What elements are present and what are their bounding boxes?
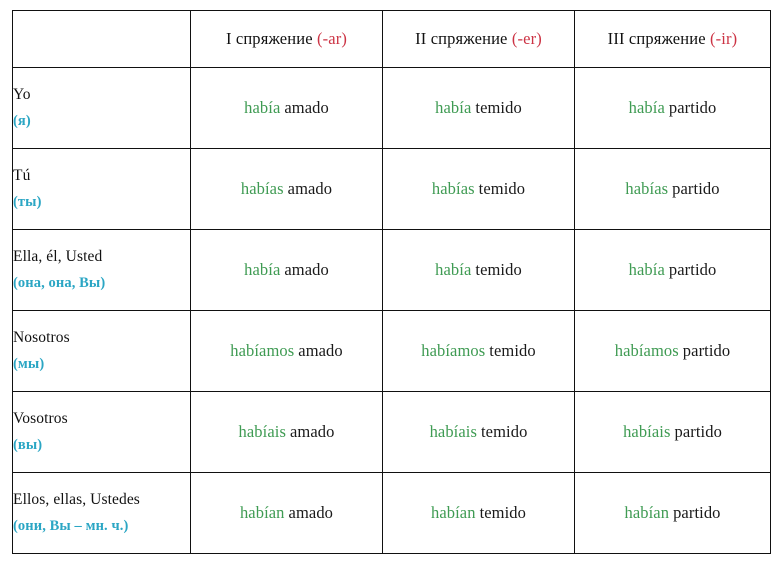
participle: amado xyxy=(284,98,329,117)
verb-form-cell: habías amado xyxy=(190,148,383,230)
participle: amado xyxy=(284,260,329,279)
pronoun-russian: (она, она, Вы) xyxy=(13,274,106,291)
header-title-conjugation-1: I спряжение xyxy=(225,29,313,48)
table-header-row: I спряжение (-ar) II спряжение (-er) III… xyxy=(12,10,771,68)
participle: amado xyxy=(288,503,334,522)
participle: partido xyxy=(668,98,717,117)
participle: partido xyxy=(674,422,722,441)
pronoun-cell: Nosotros (мы) xyxy=(12,310,191,392)
verb-form-cell: habían partido xyxy=(574,472,771,554)
conjugation-table: I спряжение (-ar) II спряжение (-er) III… xyxy=(12,10,771,554)
header-ending-conjugation-3: (-ir) xyxy=(710,29,738,48)
participle: partido xyxy=(668,260,717,279)
pronoun-russian: (вы) xyxy=(13,436,43,453)
pronoun-spanish: Nosotros xyxy=(13,329,70,347)
participle: partido xyxy=(682,341,731,360)
pronoun-cell: Tú (ты) xyxy=(12,148,191,230)
verb-form-cell: habías temido xyxy=(382,148,575,230)
verb-form-cell: habías partido xyxy=(574,148,771,230)
pronoun-cell: Yo (я) xyxy=(12,67,191,149)
auxiliary-verb: habían xyxy=(430,503,476,522)
participle: temido xyxy=(475,260,522,279)
verb-form-cell: habíais amado xyxy=(190,391,383,473)
pronoun-russian: (мы) xyxy=(13,355,45,372)
auxiliary-verb: había xyxy=(628,98,665,117)
auxiliary-verb: había xyxy=(244,260,281,279)
auxiliary-verb: habíamos xyxy=(421,341,486,360)
auxiliary-verb: habían xyxy=(239,503,285,522)
pronoun-spanish: Tú xyxy=(13,167,31,185)
header-cell-conjugation-1: I спряжение (-ar) xyxy=(190,10,383,68)
auxiliary-verb: habían xyxy=(624,503,670,522)
verb-form-cell: había temido xyxy=(382,67,575,149)
auxiliary-verb: habías xyxy=(625,179,669,198)
verb-form-cell: habíamos amado xyxy=(190,310,383,392)
pronoun-cell: Ella, él, Usted (она, она, Вы) xyxy=(12,229,191,311)
pronoun-spanish: Yo xyxy=(13,86,31,104)
table-row: Nosotros (мы) habíamos amado habíamos te… xyxy=(12,310,771,392)
verb-form-cell: habían temido xyxy=(382,472,575,554)
pronoun-spanish: Ella, él, Usted xyxy=(13,248,103,266)
pronoun-cell: Vosotros (вы) xyxy=(12,391,191,473)
verb-form-cell: habíamos temido xyxy=(382,310,575,392)
table-row: Yo (я) había amado había temido había pa… xyxy=(12,67,771,149)
participle: temido xyxy=(475,98,522,117)
participle: temido xyxy=(479,503,527,522)
pronoun-russian: (я) xyxy=(13,112,31,129)
header-corner-cell xyxy=(12,10,191,68)
pronoun-russian: (они, Вы – мн. ч.) xyxy=(13,517,129,534)
participle: temido xyxy=(489,341,536,360)
header-title-conjugation-2: II спряжение xyxy=(415,29,508,48)
auxiliary-verb: había xyxy=(435,260,472,279)
auxiliary-verb: habíamos xyxy=(614,341,679,360)
participle: partido xyxy=(673,503,721,522)
verb-form-cell: había partido xyxy=(574,67,771,149)
table-row: Ellos, ellas, Ustedes (они, Вы – мн. ч.)… xyxy=(12,472,771,554)
auxiliary-verb: habíais xyxy=(429,422,477,441)
verb-form-cell: había amado xyxy=(190,67,383,149)
pronoun-cell: Ellos, ellas, Ustedes (они, Вы – мн. ч.) xyxy=(12,472,191,554)
verb-form-cell: había amado xyxy=(190,229,383,311)
participle: amado xyxy=(287,179,333,198)
verb-form-cell: habíais partido xyxy=(574,391,771,473)
verb-form-cell: habíamos partido xyxy=(574,310,771,392)
participle: amado xyxy=(298,341,343,360)
pronoun-russian: (ты) xyxy=(13,193,42,210)
verb-form-cell: había partido xyxy=(574,229,771,311)
table-row: Ella, él, Usted (она, она, Вы) había ama… xyxy=(12,229,771,311)
page-root: I спряжение (-ar) II спряжение (-er) III… xyxy=(0,0,782,565)
header-title-conjugation-3: III спряжение xyxy=(607,29,706,48)
auxiliary-verb: habíais xyxy=(238,422,286,441)
verb-form-cell: había temido xyxy=(382,229,575,311)
participle: temido xyxy=(481,422,528,441)
auxiliary-verb: habías xyxy=(240,179,284,198)
participle: amado xyxy=(289,422,335,441)
auxiliary-verb: habías xyxy=(431,179,475,198)
verb-form-cell: habían amado xyxy=(190,472,383,554)
header-ending-conjugation-2: (-er) xyxy=(511,29,542,48)
auxiliary-verb: había xyxy=(628,260,665,279)
auxiliary-verb: habíais xyxy=(623,422,671,441)
header-ending-conjugation-1: (-ar) xyxy=(316,29,348,48)
table-row: Vosotros (вы) habíais amado habíais temi… xyxy=(12,391,771,473)
participle: temido xyxy=(478,179,526,198)
auxiliary-verb: habíamos xyxy=(230,341,295,360)
participle: partido xyxy=(672,179,720,198)
header-cell-conjugation-2: II спряжение (-er) xyxy=(382,10,575,68)
pronoun-spanish: Vosotros xyxy=(13,410,68,428)
auxiliary-verb: había xyxy=(435,98,472,117)
auxiliary-verb: había xyxy=(244,98,281,117)
pronoun-spanish: Ellos, ellas, Ustedes xyxy=(13,491,140,509)
table-row: Tú (ты) habías amado habías temido había… xyxy=(12,148,771,230)
verb-form-cell: habíais temido xyxy=(382,391,575,473)
header-cell-conjugation-3: III спряжение (-ir) xyxy=(574,10,771,68)
